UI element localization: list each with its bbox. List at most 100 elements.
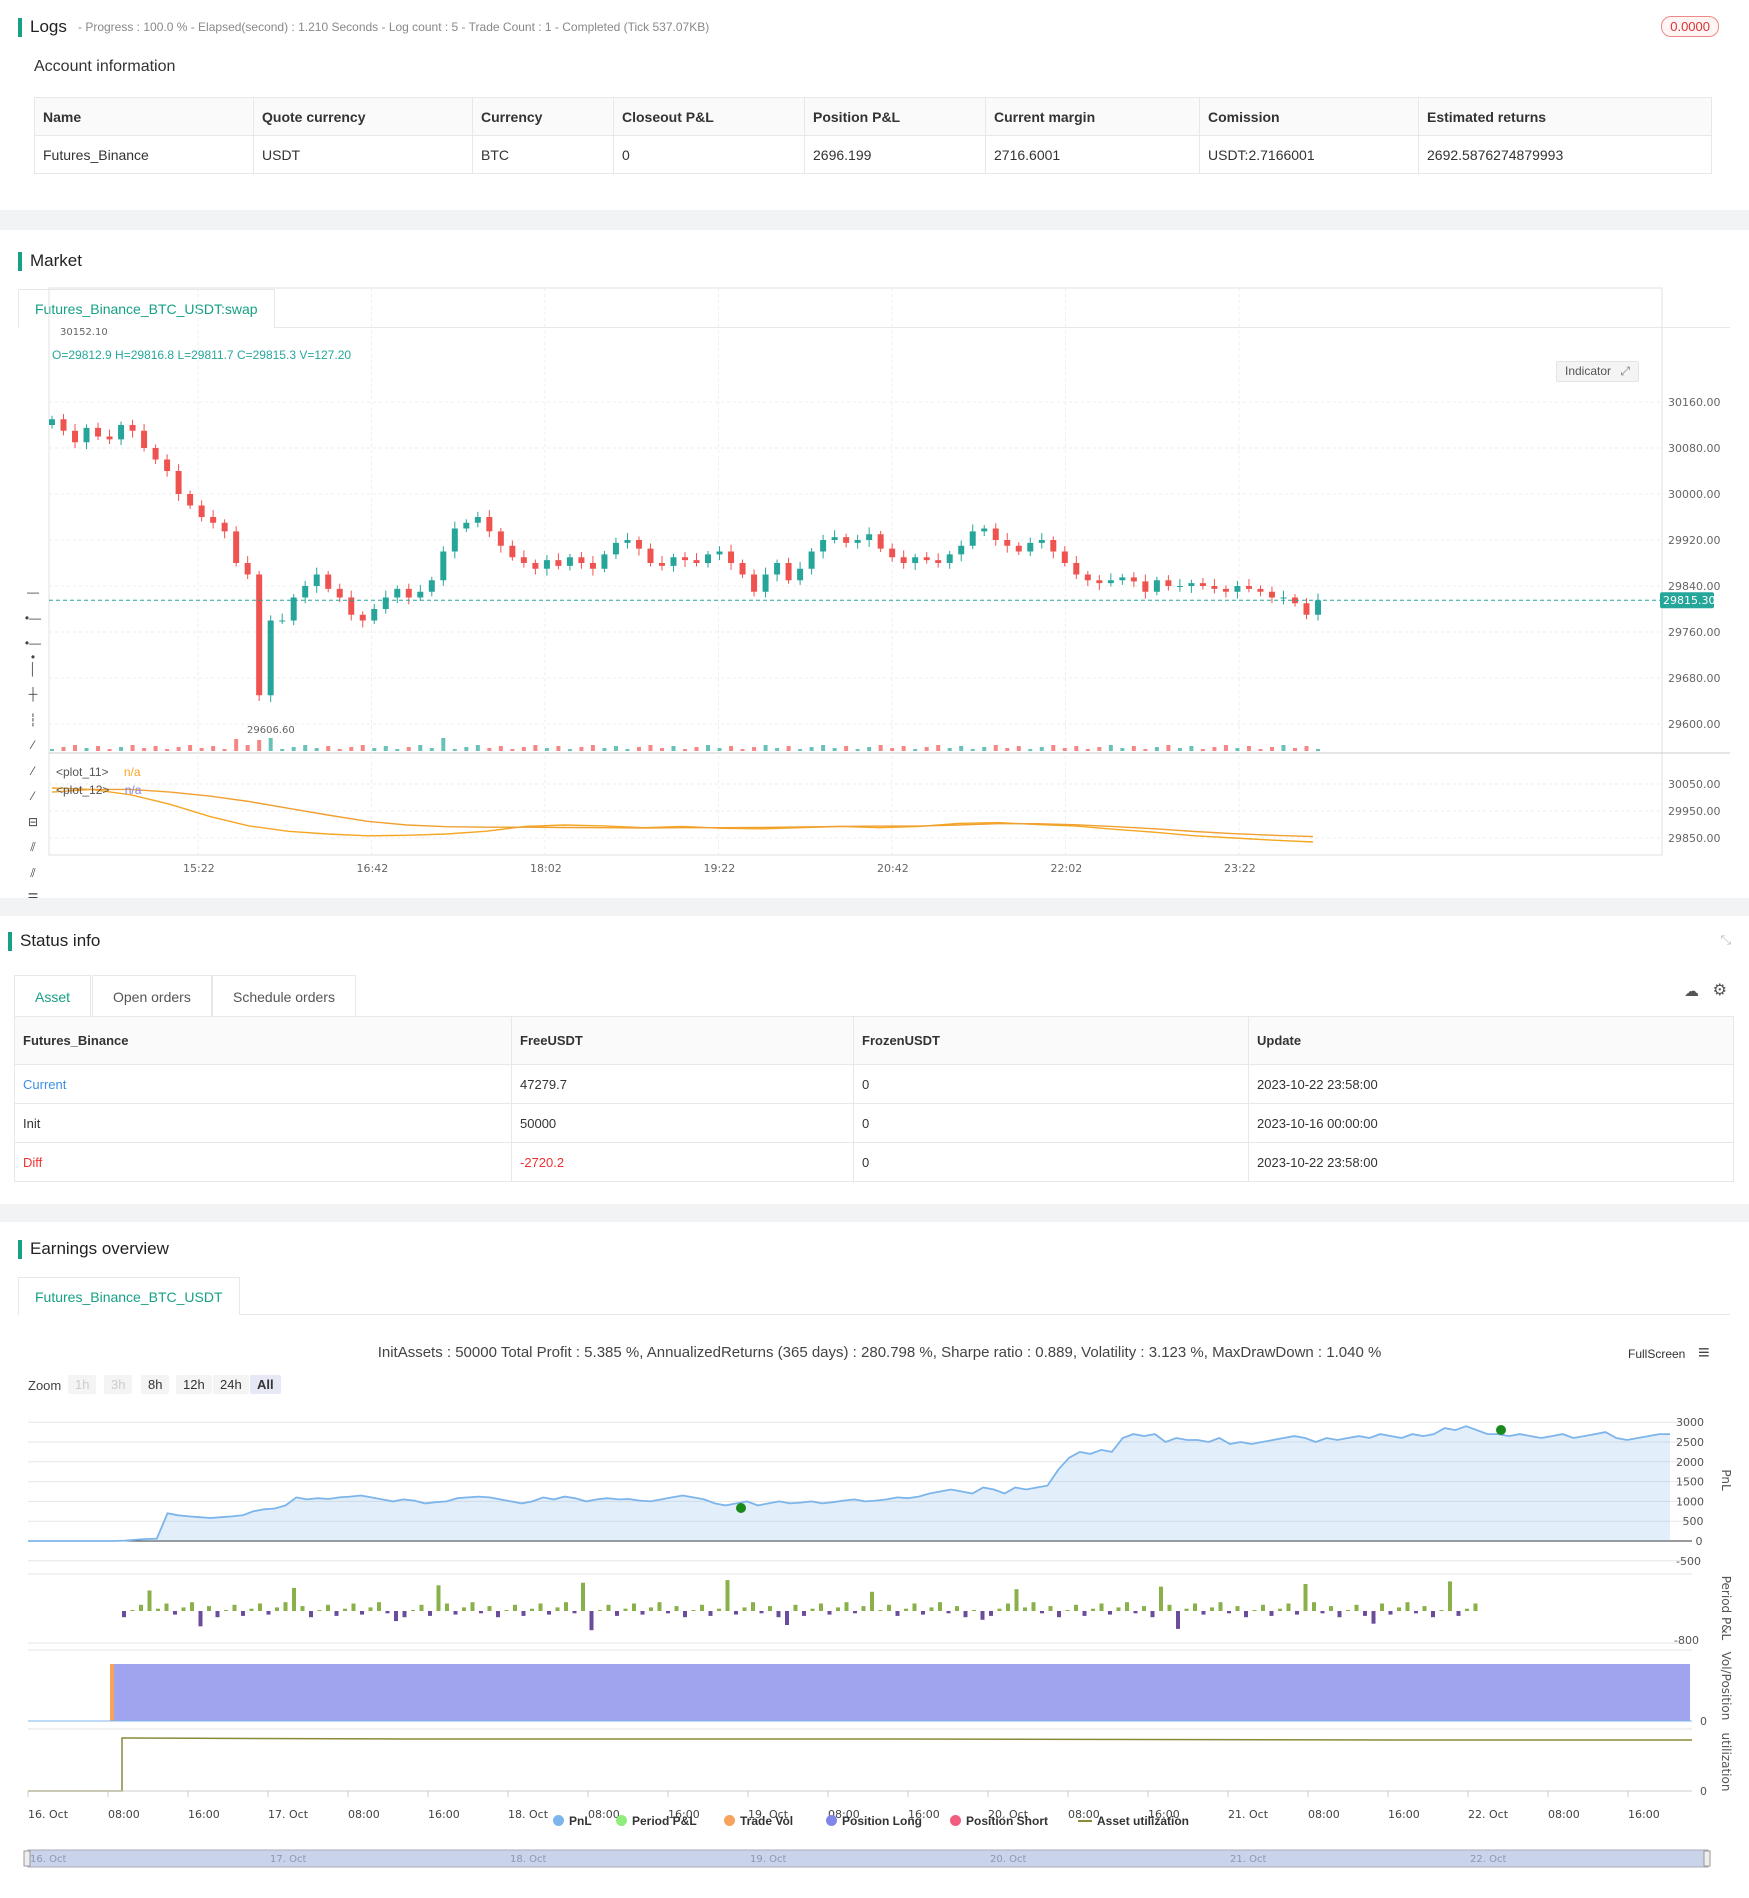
price-tick: 29600.00 xyxy=(1668,718,1721,731)
candle-body xyxy=(187,494,194,506)
volume-bar xyxy=(613,746,618,751)
candle-body xyxy=(612,542,619,555)
volume-bar xyxy=(1258,749,1263,751)
status-title: Status info xyxy=(8,931,100,951)
volume-bar xyxy=(418,745,423,751)
zoom-1h-button[interactable]: 1h xyxy=(68,1375,97,1394)
candle-body xyxy=(1142,581,1149,592)
plot-frame xyxy=(48,287,1663,856)
legend-item-pnl[interactable]: PnL xyxy=(553,1814,592,1828)
volume-bar xyxy=(717,748,722,751)
volume-bar xyxy=(337,749,342,751)
volume-bar xyxy=(659,748,664,751)
zoom-3h-button[interactable]: 3h xyxy=(104,1375,133,1394)
tab-schedule-orders[interactable]: Schedule orders xyxy=(212,975,356,1017)
volume-bar xyxy=(395,749,400,751)
candle-body xyxy=(785,563,792,581)
candle-body xyxy=(302,586,309,598)
candle-body xyxy=(520,557,527,563)
column-header: Futures_Binance xyxy=(14,1016,512,1065)
volume-bar xyxy=(913,749,918,751)
volume-bar xyxy=(360,745,365,751)
candle-body xyxy=(164,459,171,471)
time-tick: 20:42 xyxy=(877,862,909,875)
time-tick: 22:02 xyxy=(1051,862,1083,875)
volume-bar xyxy=(1166,745,1171,751)
legend-item-period-p-l[interactable]: Period P&L xyxy=(616,1814,697,1828)
candle-body xyxy=(1038,540,1045,543)
volume-bar xyxy=(257,740,262,751)
volume-bar xyxy=(1223,745,1228,751)
legend-marker xyxy=(616,1815,627,1826)
volume-bar xyxy=(890,748,895,751)
fullscreen-button[interactable]: FullScreen xyxy=(1628,1347,1685,1361)
candle-body xyxy=(670,557,677,566)
tab-open-orders[interactable]: Open orders xyxy=(92,975,212,1017)
volume-bar xyxy=(349,747,354,751)
legend-label: Period P&L xyxy=(632,1814,697,1828)
legend-item-position-short[interactable]: Position Short xyxy=(950,1814,1048,1828)
collapse-icon[interactable]: ⤡ xyxy=(1721,932,1731,948)
volume-bar xyxy=(498,746,503,751)
table-cell: 0 xyxy=(853,1103,1249,1143)
column-header: FreeUSDT xyxy=(511,1016,854,1065)
volume-bar xyxy=(1120,748,1125,751)
volume-bar xyxy=(1016,746,1021,751)
volume-bar xyxy=(533,745,538,751)
table-cell: 2696.199 xyxy=(804,135,986,174)
time-tick: 19:22 xyxy=(704,862,736,875)
plot11-value: n/a xyxy=(123,765,141,779)
legend-item-position-long[interactable]: Position Long xyxy=(826,1814,922,1828)
market-section: Market Futures_Binance_BTC_USDT:swap — •—… xyxy=(0,230,1749,931)
legend-item-asset-utilization[interactable]: Asset utilization xyxy=(1078,1814,1189,1828)
tab-asset[interactable]: Asset xyxy=(14,975,92,1017)
volume-bar xyxy=(176,747,181,751)
candle-body xyxy=(256,574,263,696)
candle-body xyxy=(935,560,942,563)
menu-icon[interactable]: ≡ xyxy=(1698,1342,1710,1365)
zoom-24h-button[interactable]: 24h xyxy=(213,1375,249,1394)
candle-body xyxy=(325,574,332,589)
earnings-section: Earnings overview Futures_Binance_BTC_US… xyxy=(0,1222,1749,1898)
volume-bar xyxy=(855,749,860,751)
legend-label: PnL xyxy=(569,1814,592,1828)
candle-body xyxy=(969,531,976,546)
volume-bar xyxy=(901,746,906,751)
volume-bar xyxy=(1108,745,1113,751)
gear-icon[interactable]: ⚙ xyxy=(1713,980,1727,1000)
price-tag-label: 29815.30 xyxy=(1663,594,1716,607)
volume-bar xyxy=(1292,748,1297,751)
volume-bar xyxy=(993,745,998,751)
zoom-12h-button[interactable]: 12h xyxy=(176,1375,212,1394)
candle-body xyxy=(958,545,965,555)
volume-bar xyxy=(153,746,158,751)
volume-bar xyxy=(326,746,331,751)
volume-bar xyxy=(303,745,308,751)
tab-btc-usdt[interactable]: Futures_Binance_BTC_USDT xyxy=(18,1277,240,1315)
market-chart[interactable]: 30160.00 30080.00 30000.00 29920.00 29840.00… xyxy=(0,230,1749,898)
candle-body xyxy=(221,522,228,532)
zoom-label: Zoom xyxy=(28,1378,62,1393)
candle-body xyxy=(198,505,205,517)
volume-bar xyxy=(683,749,687,751)
candle-body xyxy=(843,537,850,543)
cloud-download-icon[interactable]: ☁ xyxy=(1684,982,1699,1000)
candle-body xyxy=(601,554,608,569)
legend-marker xyxy=(950,1815,961,1826)
zoom-8h-button[interactable]: 8h xyxy=(141,1375,170,1394)
volume-bar xyxy=(1281,745,1286,751)
plot11-legend: <plot_11> n/a xyxy=(56,765,141,779)
table-cell: Diff xyxy=(14,1142,512,1182)
volume-bar xyxy=(706,745,711,751)
legend-marker xyxy=(826,1815,837,1826)
volume-bar xyxy=(924,747,929,751)
candle-body xyxy=(83,427,90,443)
legend-item-trade-vol[interactable]: Trade Vol xyxy=(724,1814,793,1828)
candle-body xyxy=(635,540,642,549)
plot12-label: <plot_12> xyxy=(56,783,110,797)
zoom-all-button[interactable]: All xyxy=(250,1375,281,1394)
candle-body xyxy=(497,531,504,546)
volume-bar xyxy=(1097,747,1102,751)
candle-body xyxy=(1153,580,1160,592)
column-header: Position P&L xyxy=(804,97,986,136)
